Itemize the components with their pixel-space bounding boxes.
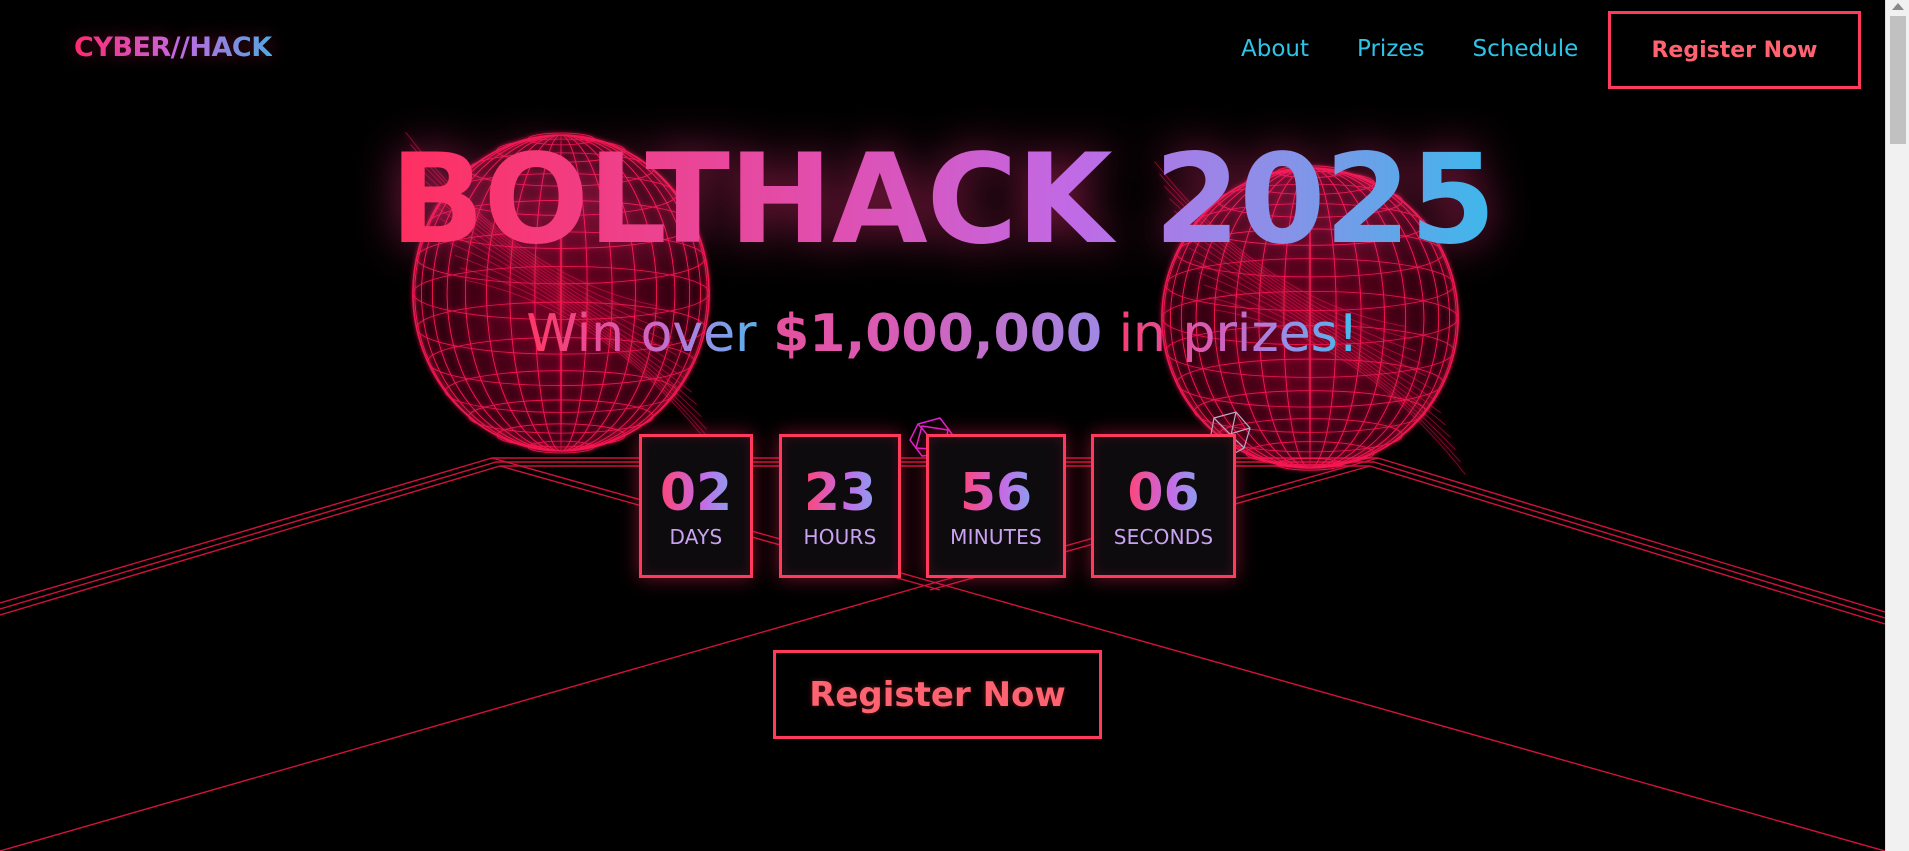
- countdown-timer: 02 DAYS 23 HOURS 56 MINUTES 06 SECONDS: [0, 434, 1885, 578]
- countdown-value: 02: [659, 463, 733, 523]
- hero-title-text: BOLTHACK 2025: [389, 128, 1496, 272]
- page-viewport: CYBER//HACK About Prizes Schedule Regist…: [0, 0, 1885, 851]
- register-now-button[interactable]: Register Now: [773, 650, 1102, 739]
- hero-subtitle-text: Win over $1,000,000 in prizes!: [526, 304, 1358, 364]
- countdown-label: SECONDS: [1113, 525, 1214, 549]
- subtitle-prefix: Win over: [526, 304, 774, 364]
- nav-register-button[interactable]: Register Now: [1608, 11, 1861, 89]
- countdown-label: DAYS: [669, 525, 723, 549]
- countdown-minutes: 56 MINUTES: [926, 434, 1066, 578]
- countdown-value: 56: [959, 463, 1033, 523]
- scrollbar-thumb[interactable]: [1890, 16, 1906, 144]
- site-logo[interactable]: CYBER//HACK: [74, 32, 272, 63]
- top-nav: CYBER//HACK About Prizes Schedule Regist…: [0, 0, 1885, 102]
- countdown-label: HOURS: [803, 525, 877, 549]
- nav-link-about[interactable]: About: [1241, 36, 1309, 62]
- hero-title: BOLTHACK 2025: [0, 125, 1885, 275]
- prize-amount: $1,000,000: [773, 304, 1103, 364]
- nav-links: About Prizes Schedule: [1241, 36, 1626, 62]
- countdown-days: 02 DAYS: [639, 434, 753, 578]
- nav-link-schedule[interactable]: Schedule: [1473, 36, 1579, 62]
- vertical-scrollbar[interactable]: [1885, 0, 1909, 851]
- countdown-label: MINUTES: [950, 525, 1042, 549]
- scroll-up-arrow-icon[interactable]: [1892, 3, 1904, 10]
- countdown-seconds: 06 SECONDS: [1091, 434, 1236, 578]
- countdown-value: 23: [803, 463, 877, 523]
- subtitle-suffix: in prizes!: [1102, 304, 1359, 364]
- hero-subtitle: Win over $1,000,000 in prizes!: [0, 303, 1885, 365]
- nav-link-prizes[interactable]: Prizes: [1357, 36, 1425, 62]
- countdown-hours: 23 HOURS: [779, 434, 901, 578]
- countdown-value: 06: [1127, 463, 1200, 523]
